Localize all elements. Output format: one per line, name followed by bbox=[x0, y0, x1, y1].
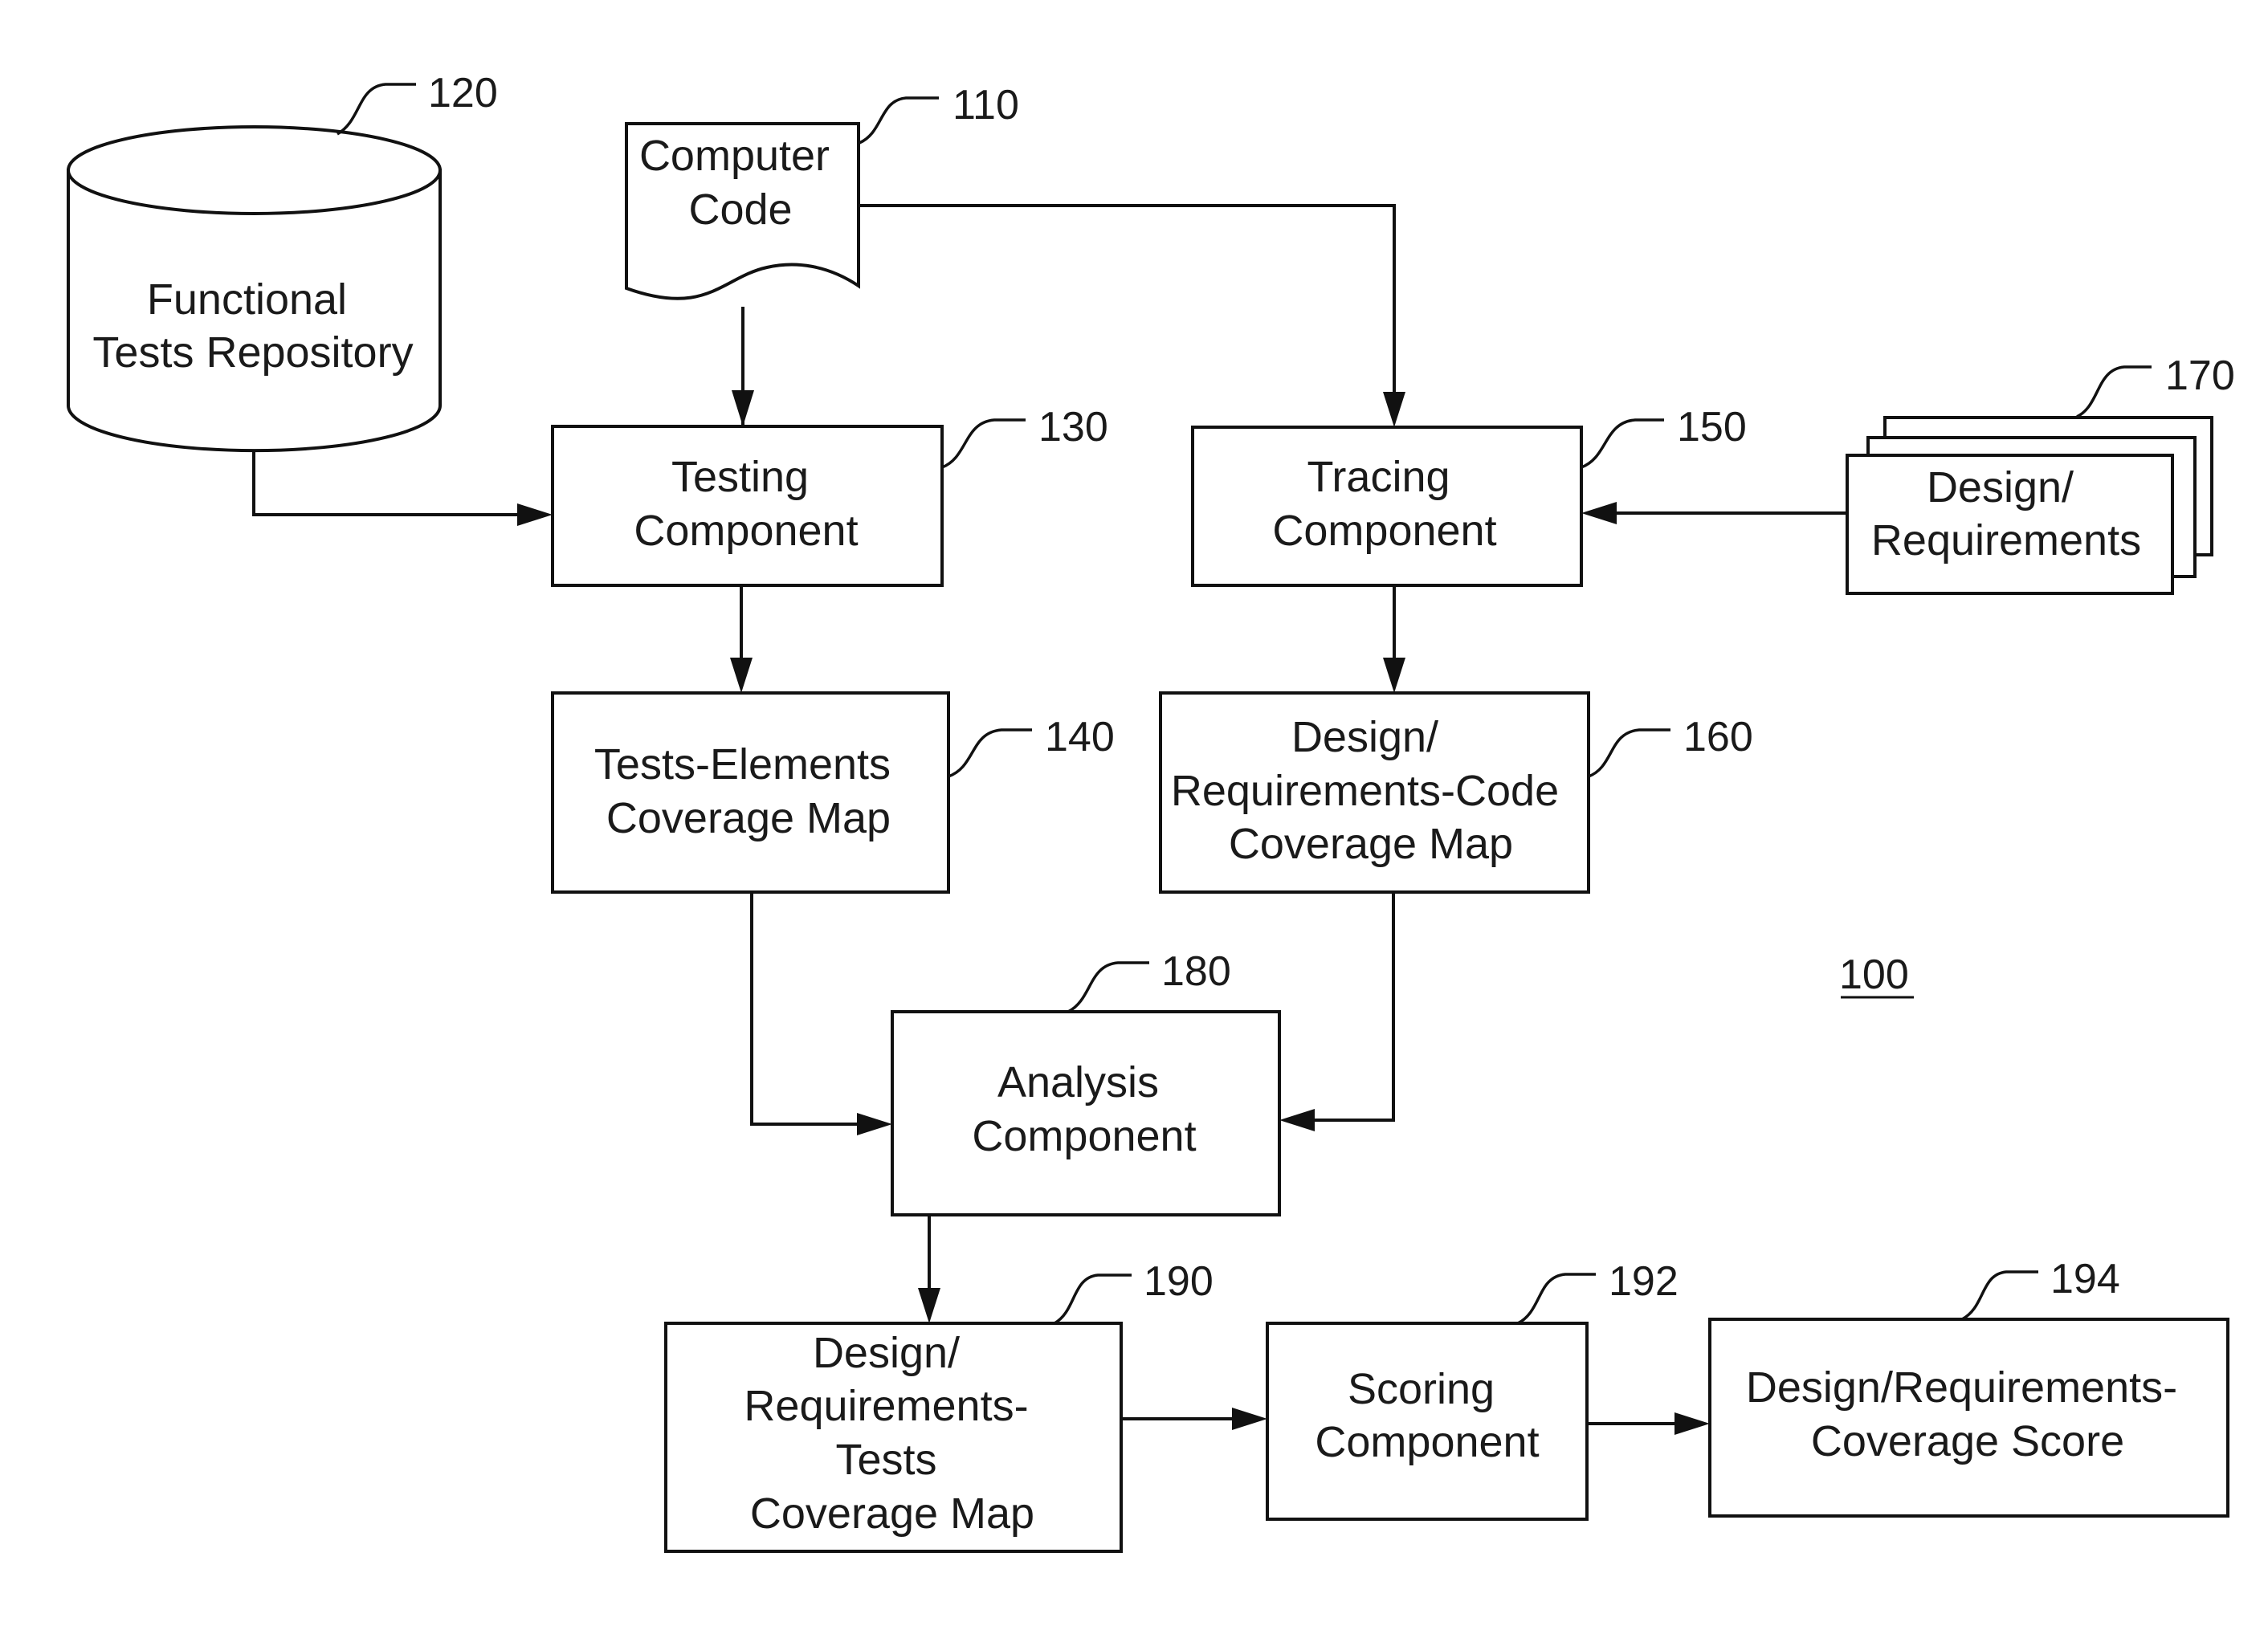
ref-label-190: 190 bbox=[1144, 1258, 1214, 1305]
ref-label-140: 140 bbox=[1045, 714, 1115, 760]
edge-code-map-to-analysis bbox=[1315, 892, 1395, 1122]
leader-194 bbox=[1961, 1270, 2038, 1321]
connectors bbox=[252, 204, 1847, 1435]
leader-140 bbox=[948, 728, 1032, 778]
leader-180 bbox=[1067, 961, 1149, 1013]
database-cylinder-top bbox=[67, 125, 442, 215]
leader-170 bbox=[2076, 365, 2152, 418]
node-computer-code[interactable]: Computer Code bbox=[625, 122, 860, 300]
ref-label-150: 150 bbox=[1677, 404, 1747, 450]
arrowhead-tests-elements-to-analysis bbox=[857, 1113, 892, 1135]
ref-label-160: 160 bbox=[1683, 714, 1753, 760]
node-design-requirements[interactable]: Design/ Requirements bbox=[1846, 416, 2213, 595]
node-analysis-component[interactable]: Analysis Component bbox=[891, 1010, 1281, 1216]
arrowhead-code-map-to-analysis bbox=[1279, 1109, 1315, 1131]
ref-label-110: 110 bbox=[952, 82, 1019, 128]
flow-diagram: Functional Tests Repository Computer Cod… bbox=[67, 70, 2235, 1553]
edge-code-to-tracing bbox=[859, 204, 1396, 392]
leader-192 bbox=[1517, 1273, 1596, 1325]
node-scoring-component[interactable]: Scoring Component bbox=[1266, 1322, 1589, 1521]
arrowhead-analysis-to-tests-map bbox=[918, 1288, 940, 1323]
leader-130 bbox=[941, 418, 1026, 469]
figure-reference: 100 bbox=[1839, 952, 1914, 999]
node-design-requirements-code-coverage-map[interactable]: Design/ Requirements-Code Coverage Map bbox=[1159, 691, 1590, 894]
leader-150 bbox=[1581, 418, 1664, 469]
ref-label-192: 192 bbox=[1609, 1258, 1679, 1305]
edge-repository-to-testing bbox=[252, 450, 517, 516]
node-tracing-component[interactable]: Tracing Component bbox=[1191, 426, 1583, 587]
arrowhead-code-to-tracing bbox=[1383, 392, 1405, 427]
arrowhead-tracing-to-code-map bbox=[1383, 658, 1405, 693]
leader-120 bbox=[337, 83, 416, 136]
arrowhead-tests-map-to-scoring bbox=[1232, 1408, 1267, 1430]
box bbox=[551, 425, 944, 587]
edge-tests-elements-to-analysis bbox=[750, 892, 857, 1126]
arrowhead-repository-to-testing bbox=[517, 503, 553, 526]
leader-160 bbox=[1588, 728, 1670, 778]
node-testing-component[interactable]: Testing Component bbox=[551, 425, 944, 587]
arrowhead-code-to-testing bbox=[732, 390, 754, 426]
node-functional-tests-repository[interactable]: Functional Tests Repository bbox=[67, 125, 442, 453]
arrowhead-scoring-to-score bbox=[1674, 1412, 1710, 1435]
box bbox=[551, 691, 950, 894]
ref-label-180: 180 bbox=[1161, 948, 1231, 995]
figure-reference-number: 100 bbox=[1839, 952, 1909, 998]
node-tests-elements-coverage-map[interactable]: Tests-Elements Coverage Map bbox=[551, 691, 950, 894]
node-design-requirements-coverage-score[interactable]: Design/Requirements- Coverage Score bbox=[1708, 1318, 2229, 1518]
ref-label-194: 194 bbox=[2050, 1256, 2120, 1302]
ref-label-130: 130 bbox=[1038, 404, 1108, 450]
ref-label-170: 170 bbox=[2165, 352, 2235, 399]
leader-110 bbox=[859, 96, 939, 145]
ref-label-120: 120 bbox=[428, 70, 498, 116]
arrowhead-design-to-tracing bbox=[1581, 502, 1617, 524]
arrowhead-testing-to-tests-elements bbox=[730, 658, 753, 693]
leader-190 bbox=[1054, 1273, 1132, 1325]
node-design-requirements-tests-coverage-map[interactable]: Design/ Requirements- Tests Coverage Map bbox=[664, 1322, 1123, 1553]
